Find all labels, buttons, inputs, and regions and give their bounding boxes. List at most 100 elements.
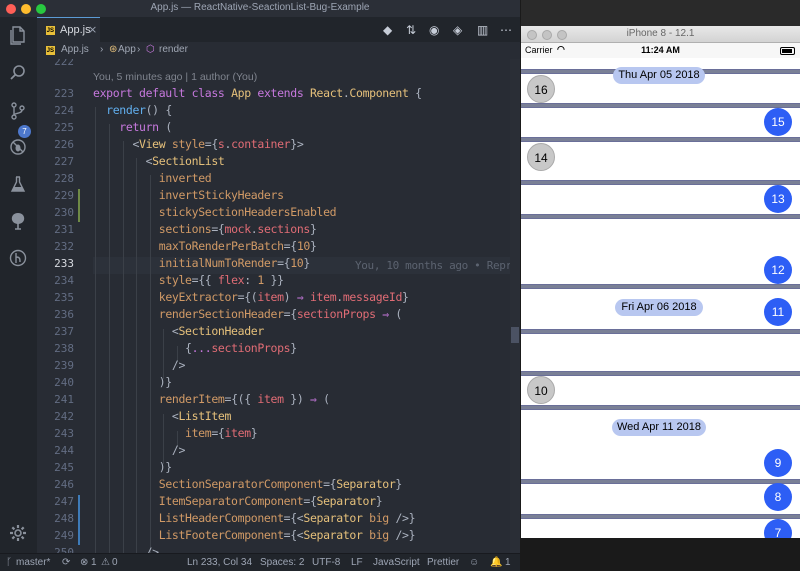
line-number: 224 [54, 104, 74, 117]
section-separator [521, 405, 800, 410]
line-number: 227 [54, 155, 74, 168]
ios-status-bar: Carrier ◠ 11:24 AM [521, 43, 800, 58]
warning-icon: ⚠ [101, 557, 110, 568]
breadcrumb-file[interactable]: App.js [61, 44, 89, 55]
line-number: 243 [54, 427, 74, 440]
git-gutter-modified [78, 189, 80, 222]
line-number: 236 [54, 308, 74, 321]
section-header: Wed Apr 11 2018 [612, 419, 706, 436]
line-number: 248 [54, 512, 74, 525]
test-icon[interactable] [6, 172, 30, 196]
breadcrumb-separator: › [100, 44, 104, 55]
breadcrumb-class[interactable]: App [118, 44, 136, 55]
message-bubble-right[interactable]: 9 [764, 449, 792, 477]
item-separator [521, 214, 800, 219]
more-actions-icon[interactable]: ⋯ [500, 23, 512, 37]
line-number: 241 [54, 393, 74, 406]
message-bubble-right[interactable]: 13 [764, 185, 792, 213]
compare-icon[interactable]: ⇅ [406, 23, 416, 37]
prettier-status[interactable]: Prettier [427, 557, 459, 568]
line-number: 230 [54, 206, 74, 219]
line-number: 249 [54, 529, 74, 542]
git-gutter-added [78, 495, 80, 545]
title-bar: App.js — ReactNative-SeactionList-Bug-Ex… [0, 0, 520, 17]
message-bubble-left[interactable]: 10 [527, 376, 555, 404]
simulator-title: iPhone 8 - 12.1 [626, 28, 695, 39]
git-graph-icon[interactable] [6, 246, 30, 270]
class-icon: ⊛ [109, 44, 118, 55]
message-bubble-left[interactable]: 14 [527, 143, 555, 171]
section-header: Thu Apr 05 2018 [613, 67, 705, 84]
line-number: 231 [54, 223, 74, 236]
item-separator [521, 180, 800, 185]
codelens-authors[interactable]: You, 5 minutes ago | 1 author (You) [93, 71, 257, 83]
notification-count: 1 [505, 557, 511, 568]
files-icon[interactable] [6, 23, 30, 47]
activity-bar: 7 [0, 17, 37, 553]
desktop-background [521, 0, 800, 26]
tab-app-js[interactable]: JS App.js × [37, 17, 100, 42]
battery-icon [780, 47, 795, 55]
item-separator [521, 371, 800, 376]
message-bubble-right[interactable]: 7 [764, 519, 792, 538]
vscode-window: App.js — ReactNative-SeactionList-Bug-Ex… [0, 0, 520, 571]
message-bubble-right[interactable]: 11 [764, 298, 792, 326]
line-number: 228 [54, 172, 74, 185]
line-number: 246 [54, 478, 74, 491]
tab-bar: JS App.js × ◆ ⇅ ◉ ◈ ▥ ⋯ [37, 17, 520, 42]
language-mode[interactable]: JavaScript [373, 557, 420, 568]
method-icon: ⬡ [146, 44, 155, 55]
line-number: 222 [54, 59, 74, 68]
item-separator [521, 103, 800, 108]
message-bubble-right[interactable]: 15 [764, 108, 792, 136]
ios-simulator-window: iPhone 8 - 12.1 Carrier ◠ 11:24 AM Thu A… [521, 26, 800, 538]
message-bubble-right[interactable]: 8 [764, 483, 792, 511]
git-branch[interactable]: master* [16, 557, 50, 568]
line-number: 226 [54, 138, 74, 151]
tab-close-button[interactable]: × [88, 23, 97, 36]
message-bubble-left[interactable]: 16 [527, 75, 555, 103]
line-ending[interactable]: LF [351, 557, 363, 568]
split-editor-icon[interactable]: ▥ [477, 23, 488, 37]
item-separator [521, 137, 800, 142]
line-number: 233 [54, 257, 74, 270]
encoding[interactable]: UTF-8 [312, 557, 340, 568]
line-number: 229 [54, 189, 74, 202]
line-number: 223 [54, 87, 74, 100]
toggle-blame-icon[interactable]: ◉ [429, 23, 439, 37]
error-count[interactable]: 1 [91, 557, 97, 568]
phone-screen[interactable]: Carrier ◠ 11:24 AM Thu Apr 05 2018 16 15… [521, 43, 800, 538]
indentation[interactable]: Spaces: 2 [260, 557, 304, 568]
window-title: App.js — ReactNative-SeactionList-Bug-Ex… [150, 2, 370, 13]
line-number: 240 [54, 376, 74, 389]
source-control-icon[interactable] [6, 99, 30, 123]
item-separator [521, 329, 800, 334]
section-header: Fri Apr 06 2018 [615, 299, 703, 316]
debug-icon[interactable] [6, 135, 30, 159]
line-number: 245 [54, 461, 74, 474]
cursor-position[interactable]: Ln 233, Col 34 [187, 557, 252, 568]
warning-count[interactable]: 0 [112, 557, 118, 568]
js-file-icon: JS [46, 46, 55, 55]
sync-icon[interactable]: ⟳ [62, 557, 70, 568]
breadcrumb: JS App.js › ⊛ App › ⬡ render [37, 42, 520, 59]
git-commit-icon[interactable]: ◈ [453, 23, 462, 37]
tab-label: App.js [60, 24, 91, 36]
scrollbar-thumb[interactable] [511, 327, 519, 343]
open-changes-icon[interactable]: ◆ [383, 23, 392, 37]
notification-bell-icon[interactable]: 🔔 [490, 557, 502, 568]
breadcrumb-method[interactable]: render [159, 44, 188, 55]
item-separator [521, 479, 800, 484]
feedback-smiley-icon[interactable]: ☺ [469, 557, 479, 568]
code-editor[interactable]: 222 223 224 225 226 227 228 229 230 231 232 233 234 2… [37, 59, 520, 553]
search-icon[interactable] [6, 61, 30, 85]
line-number: 250 [54, 546, 74, 553]
settings-icon[interactable] [6, 521, 30, 545]
editor-scrollbar[interactable] [510, 59, 520, 553]
message-bubble-right[interactable]: 12 [764, 256, 792, 284]
error-icon: ⊗ [80, 557, 89, 568]
line-number: 232 [54, 240, 74, 253]
tree-icon[interactable] [6, 209, 30, 233]
line-number: 247 [54, 495, 74, 508]
line-number: 225 [54, 121, 74, 134]
